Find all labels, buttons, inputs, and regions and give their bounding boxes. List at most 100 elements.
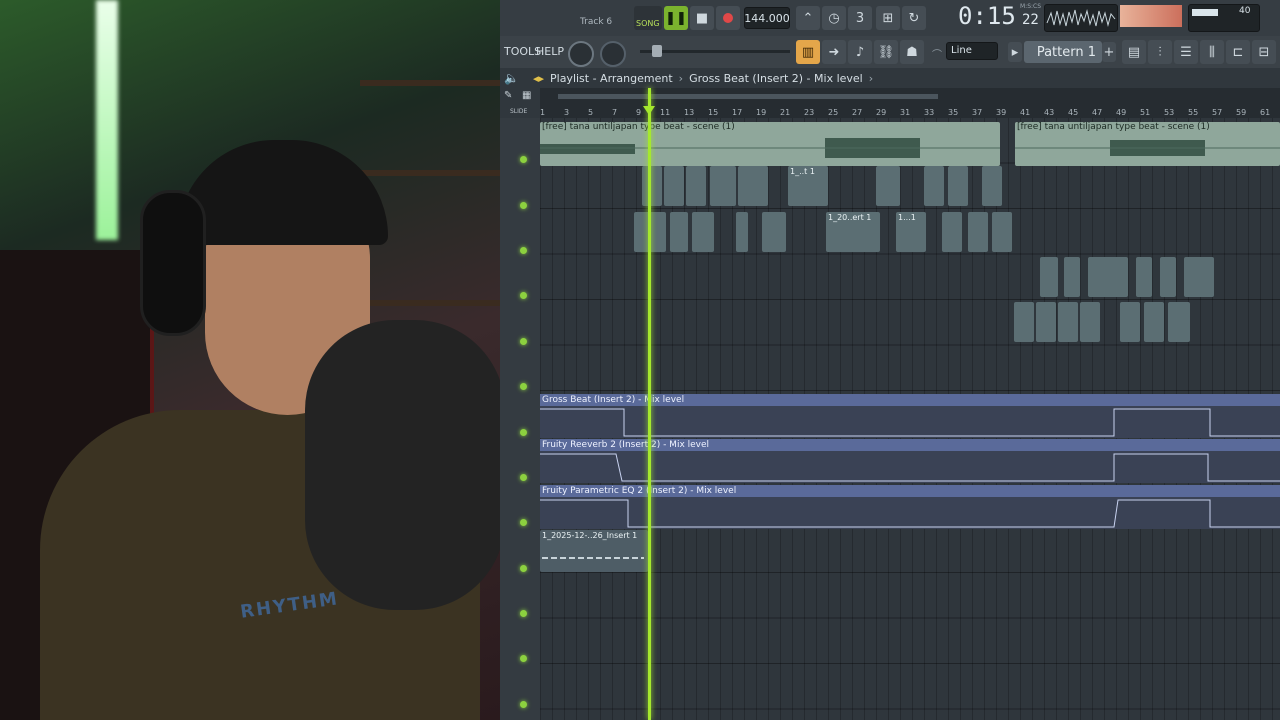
track-4-led[interactable] [520,292,527,299]
pattern-prev-icon[interactable]: ▸ [1008,42,1022,62]
audio-clip[interactable] [1144,302,1164,342]
ruler-tick: 21 [780,108,791,117]
audio-clip[interactable] [1160,257,1176,297]
step-sequencer-icon[interactable]: ☰ [1174,40,1198,64]
mixer-icon[interactable]: ⫼ [1200,40,1224,64]
automation-clip-header[interactable]: Fruity Parametric EQ 2 (Insert 2) - Mix … [540,485,1280,497]
menu-help[interactable]: HELP [536,45,564,58]
audio-clip[interactable] [924,166,944,206]
shelf [360,170,500,176]
audio-clip[interactable] [942,212,962,252]
pattern-add-icon[interactable]: + [1102,42,1116,62]
audio-clip[interactable] [876,166,900,206]
audio-clip[interactable] [992,212,1012,252]
timeline-ruler[interactable]: 1 3 5 7 9 11 13 15 17 19 21 23 25 27 29 31 33 35 37 39 41 43 4… [540,88,1280,118]
track-9-led[interactable] [520,519,527,526]
audio-clip[interactable]: 1_2025-12-..26_Insert 1 [540,530,648,572]
track-5-led[interactable] [520,338,527,345]
audio-clip[interactable] [948,166,968,206]
channel-rack-icon[interactable]: ⫶ [1148,40,1172,64]
audio-clip[interactable] [670,212,688,252]
automation-clip[interactable] [540,451,1280,483]
step-edit-icon[interactable]: ⊞ [876,6,900,30]
track-8-led[interactable] [520,474,527,481]
audio-clip[interactable] [762,212,786,252]
audio-clip[interactable] [1014,302,1034,342]
automation-clip[interactable] [540,406,1280,438]
master-pitch-knob[interactable] [600,41,626,67]
snap-select[interactable]: Line [946,42,998,60]
audio-clip[interactable]: [free] tana untiljapan type beat - scene… [1015,122,1280,166]
track-10-led[interactable] [520,565,527,572]
scroll-range[interactable] [558,94,938,99]
play-button[interactable]: ❚❚ [664,6,688,30]
countdown-icon[interactable]: 3 [848,6,872,30]
audio-clip[interactable]: [free] tana untiljapan type beat - scene… [540,122,1000,166]
audio-clip[interactable] [1040,257,1058,297]
audio-clip[interactable] [1058,302,1078,342]
record-button[interactable] [716,6,740,30]
track-12-led[interactable] [520,655,527,662]
position-slider[interactable] [640,45,790,57]
audio-clip[interactable] [1120,302,1140,342]
ruler-tick: 39 [996,108,1007,117]
speaker-icon[interactable]: 🔈 [504,71,519,85]
browser-icon[interactable]: ☗ [900,40,924,64]
paint-icon[interactable]: ▦ [522,90,531,101]
track-11-led[interactable] [520,610,527,617]
audio-clip[interactable] [1136,257,1152,297]
piano-roll-icon[interactable]: ▥ [796,40,820,64]
stop-button[interactable]: ■ [690,6,714,30]
audio-clip[interactable] [1184,257,1214,297]
audio-clip[interactable]: 1_..t 1 [788,166,828,206]
draw-icon[interactable]: ✎ [504,90,512,101]
automation-clip-header[interactable]: Gross Beat (Insert 2) - Mix level [540,394,1280,406]
audio-clip[interactable] [642,166,662,206]
track-13-led[interactable] [520,701,527,708]
pattern-selector[interactable]: Pattern 1 [1024,41,1102,63]
ruler-tick: 5 [588,108,594,117]
audio-clip[interactable] [692,212,714,252]
automation-clip[interactable] [540,497,1280,529]
slide-label: SLIDE [510,108,528,115]
audio-clip[interactable] [686,166,706,206]
audio-clip[interactable] [1064,257,1080,297]
song-time[interactable]: 0:15 [958,2,1016,30]
audio-clip[interactable]: 1...1 [896,212,926,252]
audio-clip[interactable] [664,166,684,206]
playlist-icon[interactable]: ▤ [1122,40,1146,64]
master-volume-knob[interactable] [568,41,594,67]
wait-for-input-icon[interactable]: ◷ [822,6,846,30]
automation-curve-icon [540,453,1280,482]
track-headers [500,118,541,720]
plugin-picker-icon[interactable]: ♪ [848,40,872,64]
track-7-led[interactable] [520,429,527,436]
audio-clip[interactable]: 1_20..ert 1 [826,212,880,252]
audio-clip[interactable] [710,166,736,206]
track-1-led[interactable] [520,156,527,163]
ruler-tick: 55 [1188,108,1199,117]
automation-clip-header[interactable]: Fruity Reeverb 2 (Insert 2) - Mix level [540,439,1280,451]
metronome-icon[interactable]: ⌃ [796,6,820,30]
audio-clip[interactable] [1168,302,1190,342]
playlist-header: 🔈 ◂▸ Playlist - Arrangement › Gross Beat… [500,68,1280,89]
track-3-led[interactable] [520,247,527,254]
browser-tree-icon[interactable]: ⊟ [1252,40,1276,64]
link-icon[interactable]: ⛓ [874,40,898,64]
audio-clip[interactable] [1080,302,1100,342]
audio-clip[interactable] [738,166,768,206]
tempo-display[interactable]: 144.000 [744,7,790,29]
audio-clip[interactable] [736,212,748,252]
audio-clip[interactable] [1088,257,1128,297]
track-6-led[interactable] [520,383,527,390]
track-2-led[interactable] [520,202,527,209]
arrow-right-icon[interactable]: ➜ [822,40,846,64]
ruler-tick: 59 [1236,108,1247,117]
audio-clip[interactable] [982,166,1002,206]
loop-record-icon[interactable]: ↻ [902,6,926,30]
song-mode-toggle[interactable]: SONG [634,6,662,30]
audio-clip[interactable] [968,212,988,252]
audio-clip[interactable] [1036,302,1056,342]
playhead[interactable] [648,88,651,720]
patcher-icon[interactable]: ⊏ [1226,40,1250,64]
